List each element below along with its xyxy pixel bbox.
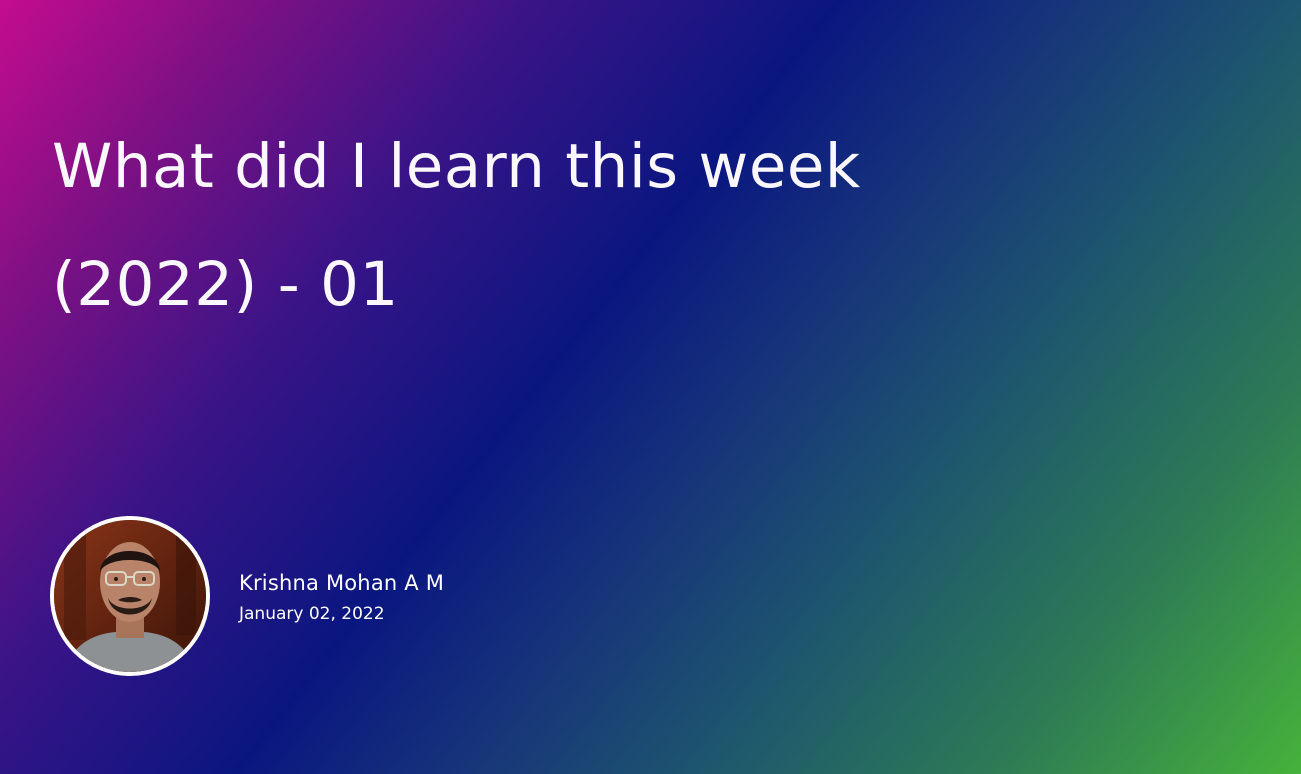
author-meta: Krishna Mohan A M January 02, 2022: [239, 569, 444, 629]
blog-post-cover: What did I learn this week (2022) - 01 K…: [0, 0, 1301, 774]
author-avatar: [50, 516, 210, 676]
author-name: Krishna Mohan A M: [239, 571, 445, 595]
post-date: January 02, 2022: [239, 604, 385, 624]
author-photo-icon: [54, 520, 206, 672]
author-block: Krishna Mohan A M January 02, 2022: [50, 516, 444, 676]
post-title: What did I learn this week (2022) - 01: [52, 108, 1052, 344]
post-title-line-2: (2022) - 01: [52, 249, 399, 320]
post-title-line-1: What did I learn this week: [52, 131, 861, 202]
